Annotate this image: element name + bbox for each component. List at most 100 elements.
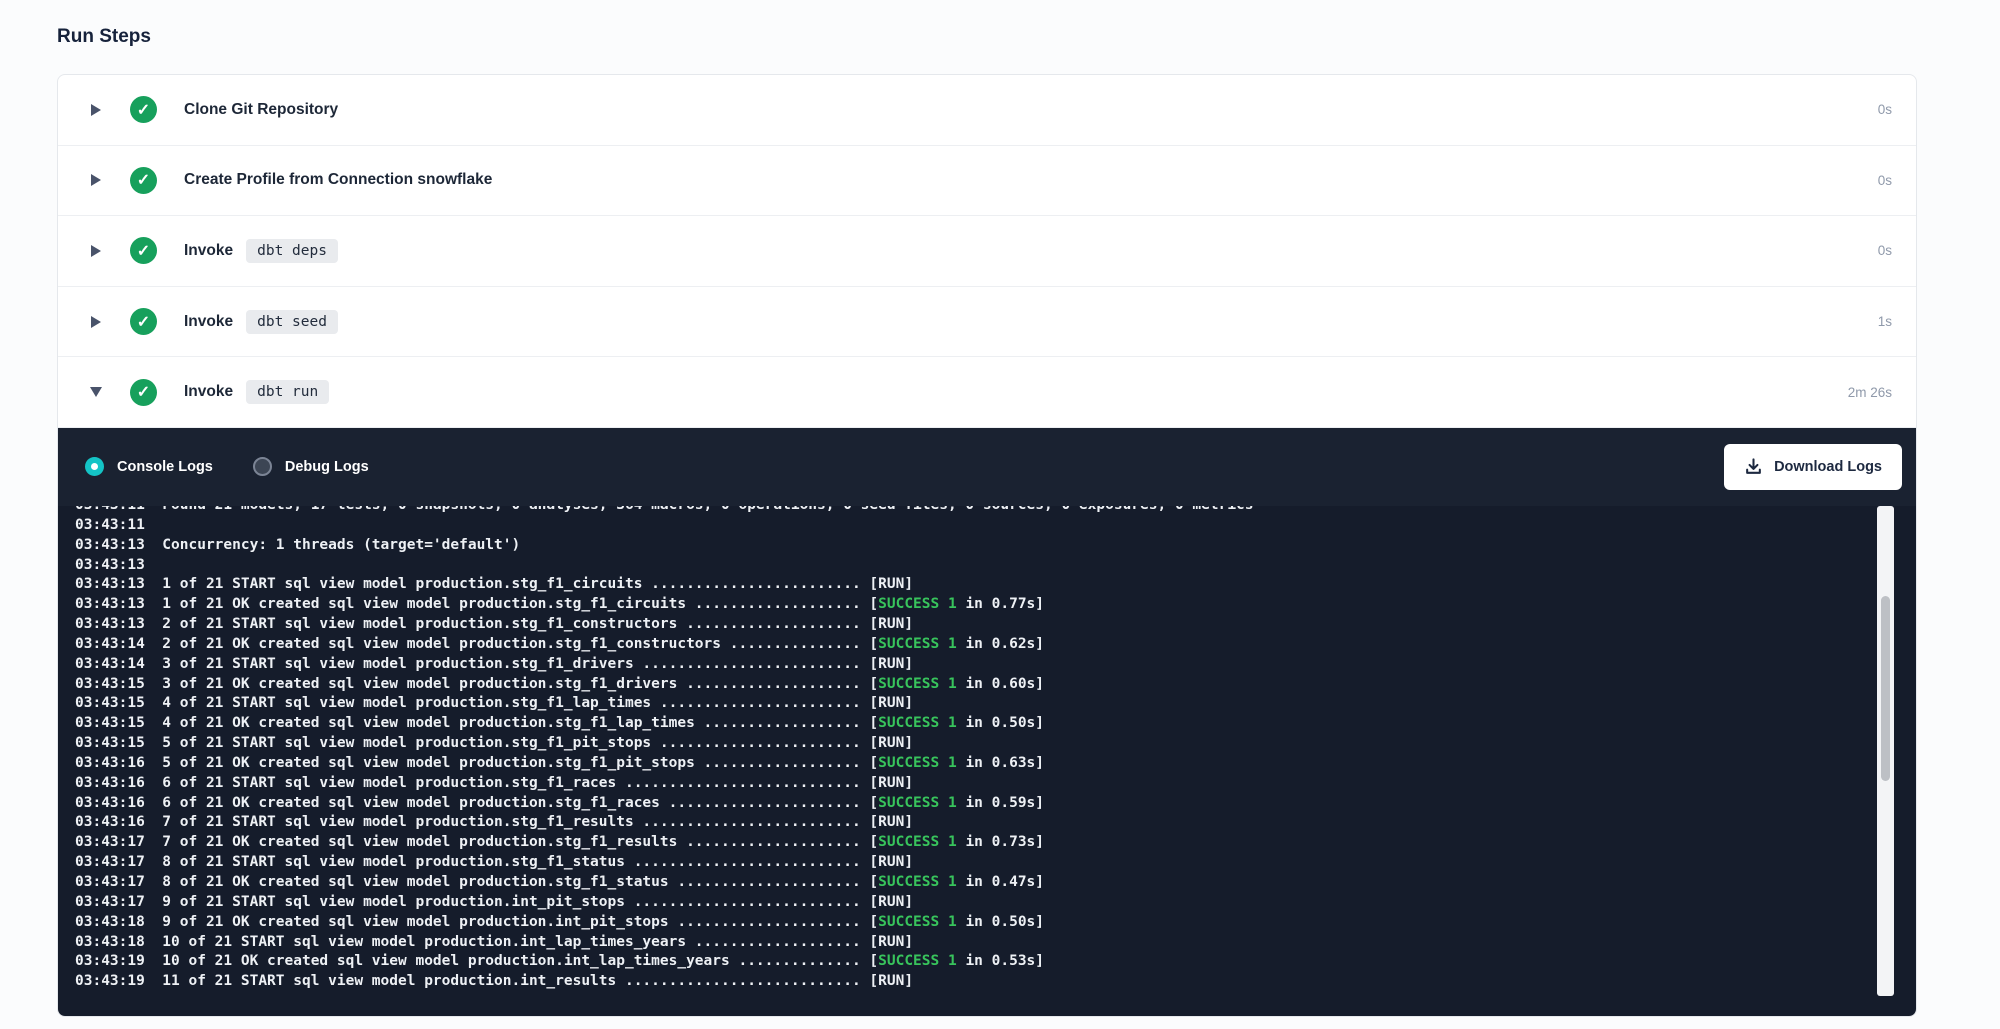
log-line: 03:43:13 1 of 21 START sql view model pr… xyxy=(75,575,1856,595)
radio-label: Debug Logs xyxy=(285,459,369,475)
log-text: 03:43:13 1 of 21 START sql view model pr… xyxy=(75,576,913,592)
log-tail-text: in 0.77s] xyxy=(957,596,1044,612)
log-text: 03:43:13 1 of 21 OK created sql view mod… xyxy=(75,596,878,612)
step-duration: 0s xyxy=(1878,243,1892,258)
log-success-text: SUCCESS 1 xyxy=(878,596,957,612)
log-line: 03:43:14 3 of 21 START sql view model pr… xyxy=(75,655,1856,675)
log-scrollbar-thumb[interactable] xyxy=(1881,596,1890,781)
success-check-icon: ✓ xyxy=(130,167,157,194)
download-logs-label: Download Logs xyxy=(1774,459,1882,475)
log-text: 03:43:15 3 of 21 OK created sql view mod… xyxy=(75,676,878,692)
log-text: 03:43:19 11 of 21 START sql view model p… xyxy=(75,973,913,989)
log-success-text: SUCCESS 1 xyxy=(878,676,957,692)
log-tail-text: in 0.63s] xyxy=(957,755,1044,771)
radio-icon[interactable] xyxy=(85,457,104,476)
expand-chevron-icon[interactable] xyxy=(88,387,104,397)
success-check-icon: ✓ xyxy=(130,96,157,123)
console-header: Console Logs Debug Logs Download Logs xyxy=(58,428,1916,506)
log-success-text: SUCCESS 1 xyxy=(878,953,957,969)
log-success-text: SUCCESS 1 xyxy=(878,874,957,890)
log-line: 03:43:13 xyxy=(75,556,1856,576)
log-line: 03:43:16 6 of 21 START sql view model pr… xyxy=(75,774,1856,794)
step-duration: 1s xyxy=(1878,314,1892,329)
log-text: 03:43:17 9 of 21 START sql view model pr… xyxy=(75,894,913,910)
log-line: 03:43:15 4 of 21 START sql view model pr… xyxy=(75,694,1856,714)
log-line: 03:43:15 4 of 21 OK created sql view mod… xyxy=(75,714,1856,734)
console-log-output[interactable]: 03:43:11 Found 21 models, 17 tests, 0 sn… xyxy=(58,506,1916,1016)
log-text: 03:43:11 xyxy=(75,517,145,533)
log-line: 03:43:13 2 of 21 START sql view model pr… xyxy=(75,615,1856,635)
step-label: Invoke xyxy=(184,242,233,260)
log-line: 03:43:16 5 of 21 OK created sql view mod… xyxy=(75,754,1856,774)
log-line: 03:43:19 11 of 21 START sql view model p… xyxy=(75,972,1856,992)
log-type-radio[interactable]: Console Logs xyxy=(85,457,213,476)
expand-chevron-icon[interactable] xyxy=(88,245,104,257)
log-text: 03:43:15 4 of 21 START sql view model pr… xyxy=(75,695,913,711)
step-duration: 0s xyxy=(1878,173,1892,188)
log-text: 03:43:18 10 of 21 START sql view model p… xyxy=(75,934,913,950)
log-line: 03:43:17 8 of 21 OK created sql view mod… xyxy=(75,873,1856,893)
log-success-text: SUCCESS 1 xyxy=(878,755,957,771)
log-line: 03:43:16 6 of 21 OK created sql view mod… xyxy=(75,794,1856,814)
run-step-row[interactable]: ✓ Invoke dbt run 2m 26s xyxy=(58,357,1916,428)
log-line: 03:43:11 xyxy=(75,516,1856,536)
log-text: 03:43:13 2 of 21 START sql view model pr… xyxy=(75,616,913,632)
expand-chevron-icon[interactable] xyxy=(88,104,104,116)
run-step-row[interactable]: ✓ Clone Git Repository 0s xyxy=(58,75,1916,146)
step-duration: 0s xyxy=(1878,102,1892,117)
log-text: 03:43:17 8 of 21 START sql view model pr… xyxy=(75,854,913,870)
log-lines: 03:43:11 Found 21 models, 17 tests, 0 sn… xyxy=(75,506,1856,992)
log-tail-text: in 0.53s] xyxy=(957,953,1044,969)
log-text: 03:43:14 2 of 21 OK created sql view mod… xyxy=(75,636,878,652)
log-text: 03:43:15 5 of 21 START sql view model pr… xyxy=(75,735,913,751)
run-step-row[interactable]: ✓ Invoke dbt seed 1s xyxy=(58,287,1916,358)
log-text: 03:43:13 xyxy=(75,557,145,573)
log-text: 03:43:17 7 of 21 OK created sql view mod… xyxy=(75,834,878,850)
log-success-text: SUCCESS 1 xyxy=(878,636,957,652)
log-line: 03:43:19 10 of 21 OK created sql view mo… xyxy=(75,952,1856,972)
run-step-row[interactable]: ✓ Create Profile from Connection snowfla… xyxy=(58,146,1916,217)
log-tail-text: in 0.50s] xyxy=(957,914,1044,930)
log-line: 03:43:15 5 of 21 START sql view model pr… xyxy=(75,734,1856,754)
expand-chevron-icon[interactable] xyxy=(88,174,104,186)
log-line: 03:43:14 2 of 21 OK created sql view mod… xyxy=(75,635,1856,655)
step-label: Clone Git Repository xyxy=(184,101,338,119)
download-logs-button[interactable]: Download Logs xyxy=(1724,444,1902,490)
step-command-badge: dbt run xyxy=(246,380,329,404)
log-tail-text: in 0.47s] xyxy=(957,874,1044,890)
run-step-row[interactable]: ✓ Invoke dbt deps 0s xyxy=(58,216,1916,287)
log-line: 03:43:13 1 of 21 OK created sql view mod… xyxy=(75,595,1856,615)
success-check-icon: ✓ xyxy=(130,379,157,406)
expand-chevron-icon[interactable] xyxy=(88,316,104,328)
log-line: 03:43:11 Found 21 models, 17 tests, 0 sn… xyxy=(75,506,1856,516)
step-label: Invoke xyxy=(184,313,233,331)
step-command-badge: dbt deps xyxy=(246,239,338,263)
log-line: 03:43:17 8 of 21 START sql view model pr… xyxy=(75,853,1856,873)
log-scrollbar-track[interactable] xyxy=(1877,506,1894,996)
log-text: 03:43:14 3 of 21 START sql view model pr… xyxy=(75,656,913,672)
log-type-radio[interactable]: Debug Logs xyxy=(253,457,369,476)
success-check-icon: ✓ xyxy=(130,308,157,335)
log-line: 03:43:17 7 of 21 OK created sql view mod… xyxy=(75,833,1856,853)
log-text: 03:43:16 6 of 21 OK created sql view mod… xyxy=(75,795,878,811)
log-success-text: SUCCESS 1 xyxy=(878,795,957,811)
radio-icon[interactable] xyxy=(253,457,272,476)
log-line: 03:43:15 3 of 21 OK created sql view mod… xyxy=(75,675,1856,695)
run-steps-list: ✓ Clone Git Repository 0s ✓ Create Profi… xyxy=(58,75,1916,428)
log-line: 03:43:18 10 of 21 START sql view model p… xyxy=(75,933,1856,953)
success-check-icon: ✓ xyxy=(130,237,157,264)
log-tail-text: in 0.59s] xyxy=(957,795,1044,811)
log-tail-text: in 0.50s] xyxy=(957,715,1044,731)
page-title: Run Steps xyxy=(57,26,151,48)
step-command-badge: dbt seed xyxy=(246,310,338,334)
log-success-text: SUCCESS 1 xyxy=(878,834,957,850)
radio-label: Console Logs xyxy=(117,459,213,475)
log-line: 03:43:18 9 of 21 OK created sql view mod… xyxy=(75,913,1856,933)
download-icon xyxy=(1744,457,1763,476)
log-text: 03:43:19 10 of 21 OK created sql view mo… xyxy=(75,953,878,969)
log-text: 03:43:18 9 of 21 OK created sql view mod… xyxy=(75,914,878,930)
log-success-text: SUCCESS 1 xyxy=(878,914,957,930)
log-tail-text: in 0.60s] xyxy=(957,676,1044,692)
log-type-radio-group: Console Logs Debug Logs xyxy=(85,457,409,476)
log-text: 03:43:13 Concurrency: 1 threads (target=… xyxy=(75,537,520,553)
